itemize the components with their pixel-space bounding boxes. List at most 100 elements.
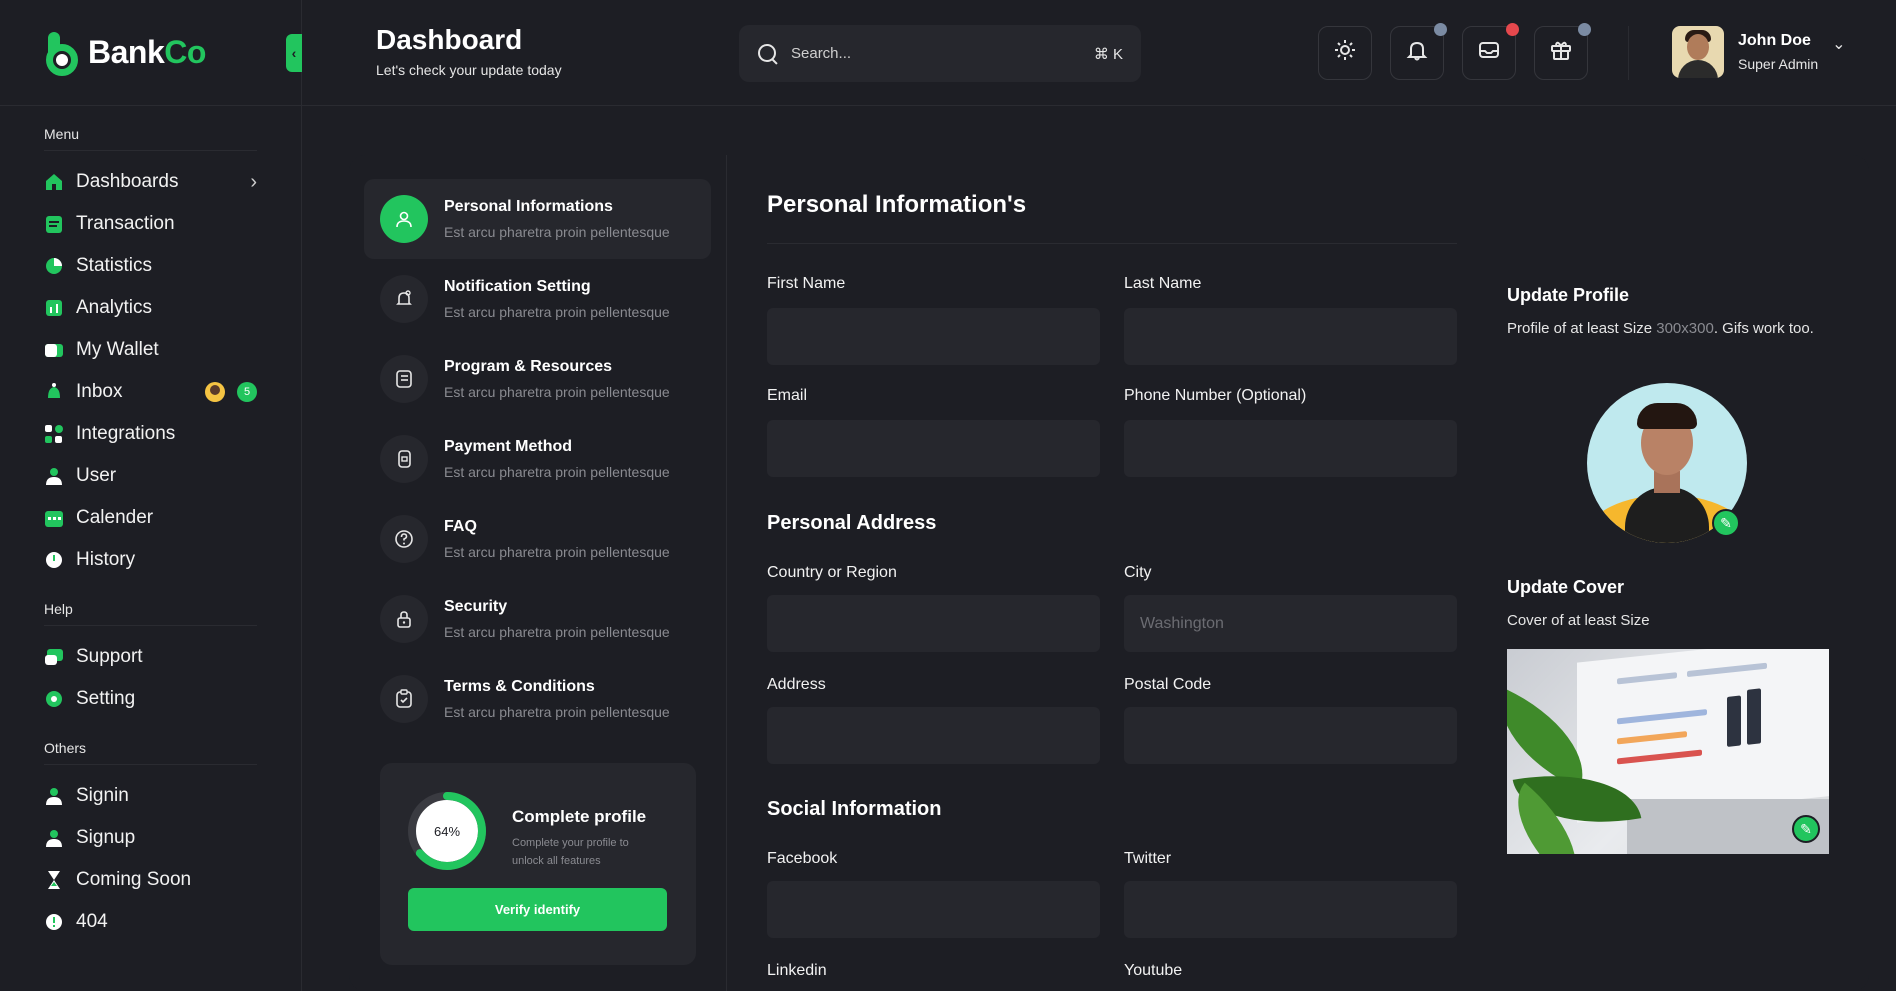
search-input[interactable]: [791, 45, 1094, 62]
brand-logo[interactable]: BankCo ‹: [0, 0, 302, 106]
sidebar-item-support[interactable]: Support: [44, 636, 257, 678]
sidebar-item-signin[interactable]: Signin: [44, 775, 257, 817]
sidebar-item-label: Coming Soon: [76, 869, 192, 890]
page-subtitle: Let's check your update today: [376, 62, 562, 78]
sidebar-item-coming-soon[interactable]: Coming Soon: [44, 859, 257, 901]
update-profile-desc: Profile of at least Size 300x300. Gifs w…: [1507, 320, 1814, 337]
settings-item-title: Security: [444, 598, 508, 615]
pie-chart-icon: [44, 256, 64, 276]
sidebar-item-setting[interactable]: Setting: [44, 678, 257, 720]
complete-profile-desc: Complete your profile to unlock all feat…: [512, 837, 629, 867]
facebook-field[interactable]: [767, 881, 1100, 938]
last-name-field[interactable]: [1124, 308, 1457, 365]
chevron-right-icon: ›: [250, 170, 257, 193]
email-label: Email: [767, 387, 808, 404]
gear-icon: [44, 689, 64, 709]
settings-item-title: Personal Informations: [444, 198, 613, 215]
sidebar-item-label: Integrations: [76, 423, 176, 444]
facebook-label: Facebook: [767, 850, 838, 867]
settings-item-program-resources[interactable]: Program & Resources Est arcu pharetra pr…: [364, 339, 711, 419]
sidebar-item-label: My Wallet: [76, 339, 159, 360]
first-name-field[interactable]: [767, 308, 1100, 365]
sidebar-item-label: Inbox: [76, 381, 123, 402]
menu-section-title: Menu: [44, 106, 257, 151]
settings-item-security[interactable]: Security Est arcu pharetra proin pellent…: [364, 579, 711, 659]
sidebar-item-statistics[interactable]: Statistics: [44, 245, 257, 287]
wallet-icon: [44, 340, 64, 360]
inbox-icon: [44, 382, 64, 402]
last-name-label: Last Name: [1124, 275, 1202, 292]
verify-identity-button[interactable]: Verify identify: [408, 888, 667, 931]
cover-image[interactable]: [1507, 649, 1829, 854]
sidebar-item-transaction[interactable]: Transaction: [44, 203, 257, 245]
header-divider: [1628, 26, 1629, 80]
avatar: [205, 382, 225, 402]
pencil-icon: ✎: [1800, 820, 1812, 837]
sidebar-item-my-wallet[interactable]: My Wallet: [44, 329, 257, 371]
settings-item-desc: Est arcu pharetra proin pellentesque: [444, 464, 670, 480]
settings-item-personal-informations[interactable]: Personal Informations Est arcu pharetra …: [364, 179, 711, 259]
user-menu[interactable]: John Doe Super Admin ⌄: [1672, 26, 1846, 78]
gift-icon: [1550, 39, 1572, 67]
sidebar-item-signup[interactable]: Signup: [44, 817, 257, 859]
twitter-field[interactable]: [1124, 881, 1457, 938]
address-field[interactable]: [767, 707, 1100, 764]
sidebar-item-label: Transaction: [76, 213, 175, 234]
personal-address-title: Personal Address: [767, 512, 937, 534]
user-icon: [44, 828, 64, 848]
logo-icon: [44, 31, 80, 76]
sidebar-item-404[interactable]: 404: [44, 901, 257, 943]
country-field[interactable]: [767, 595, 1100, 652]
settings-item-desc: Est arcu pharetra proin pellentesque: [444, 624, 670, 640]
linkedin-label: Linkedin: [767, 962, 827, 979]
others-section-title: Others: [44, 720, 257, 765]
history-icon: [44, 550, 64, 570]
address-label: Address: [767, 676, 826, 693]
inbox-count-badge: 5: [237, 382, 257, 402]
user-icon: [380, 195, 428, 243]
sidebar-item-calender[interactable]: Calender: [44, 497, 257, 539]
hourglass-icon: [44, 870, 64, 890]
update-cover-desc: Cover of at least Size: [1507, 612, 1650, 629]
sidebar-item-integrations[interactable]: Integrations: [44, 413, 257, 455]
clipboard-check-icon: [380, 675, 428, 723]
brand-name: BankCo: [88, 34, 206, 70]
city-field[interactable]: [1124, 595, 1457, 652]
email-field[interactable]: [767, 420, 1100, 477]
messages-button[interactable]: [1462, 23, 1519, 80]
settings-item-title: Program & Resources: [444, 358, 613, 375]
sidebar-item-label: History: [76, 549, 136, 570]
settings-item-title: FAQ: [444, 518, 477, 535]
update-cover-title: Update Cover: [1507, 577, 1625, 597]
settings-item-payment-method[interactable]: Payment Method Est arcu pharetra proin p…: [364, 419, 711, 499]
phone-field[interactable]: [1124, 420, 1457, 477]
sun-icon: [1334, 39, 1356, 67]
edit-profile-photo-button[interactable]: ✎: [1712, 509, 1740, 537]
alert-icon: [44, 912, 64, 932]
settings-item-title: Terms & Conditions: [444, 678, 595, 695]
search-bar[interactable]: ⌘ K: [739, 25, 1141, 82]
bell-icon: [1406, 39, 1428, 67]
notification-badge: [1434, 23, 1447, 36]
settings-item-terms-conditions[interactable]: Terms & Conditions Est arcu pharetra pro…: [364, 659, 711, 739]
sidebar-item-analytics[interactable]: Analytics: [44, 287, 257, 329]
sidebar-item-label: Signin: [76, 785, 129, 806]
sidebar-item-dashboards[interactable]: Dashboards ›: [44, 161, 257, 203]
help-section-title: Help: [44, 581, 257, 626]
sidebar-item-inbox[interactable]: Inbox 5: [44, 371, 257, 413]
sidebar-item-history[interactable]: History: [44, 539, 257, 581]
lock-icon: [380, 595, 428, 643]
settings-item-desc: Est arcu pharetra proin pellentesque: [444, 304, 670, 320]
postal-code-field[interactable]: [1124, 707, 1457, 764]
sidebar-item-user[interactable]: User: [44, 455, 257, 497]
sidebar-collapse-button[interactable]: ‹: [286, 34, 302, 72]
notifications-button[interactable]: [1390, 23, 1447, 80]
edit-cover-button[interactable]: ✎: [1792, 815, 1820, 843]
top-header: Dashboard Let's check your update today …: [302, 0, 1896, 106]
theme-toggle-button[interactable]: [1318, 26, 1372, 80]
settings-item-notification-setting[interactable]: Notification Setting Est arcu pharetra p…: [364, 259, 711, 339]
twitter-label: Twitter: [1124, 850, 1172, 867]
gifts-button[interactable]: [1534, 23, 1591, 80]
question-icon: [380, 515, 428, 563]
settings-item-faq[interactable]: FAQ Est arcu pharetra proin pellentesque: [364, 499, 711, 579]
